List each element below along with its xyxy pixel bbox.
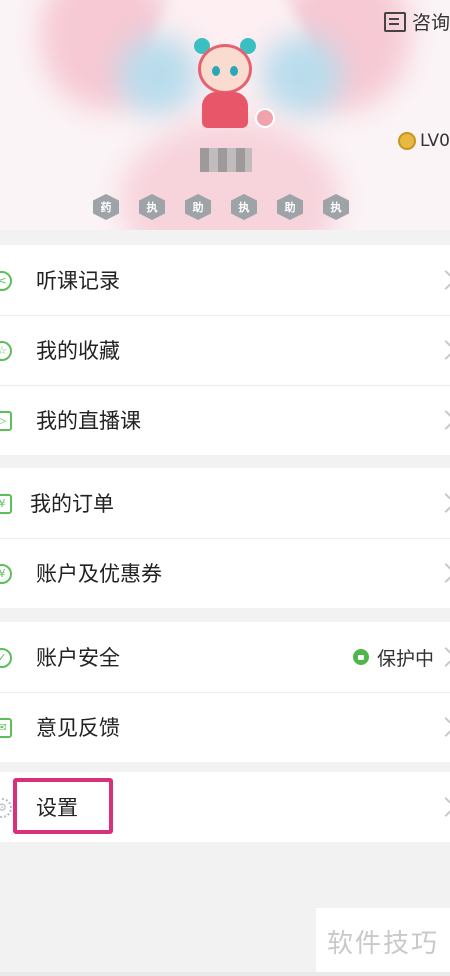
star-icon: ☆ — [0, 341, 12, 361]
chevron-right-icon — [436, 797, 450, 817]
shield-icon: ✓ — [0, 648, 12, 668]
mascot-cheek-left — [118, 35, 198, 115]
level-indicator[interactable]: LV0 — [397, 131, 450, 151]
mascot-cheek-right — [262, 35, 342, 115]
badge-medal[interactable]: 助 — [185, 194, 211, 220]
level-label: LV0 — [419, 131, 450, 151]
avatar[interactable] — [190, 38, 260, 134]
chat-icon — [383, 11, 406, 32]
chevron-right-icon — [436, 493, 450, 513]
menu-item-label: 账户安全 — [36, 646, 120, 670]
chevron-right-icon — [436, 647, 450, 667]
badge-medal[interactable]: 执 — [323, 194, 349, 220]
menu-item-label: 我的收藏 — [36, 339, 120, 363]
lock-icon — [352, 649, 369, 665]
security-status: 保护中 — [352, 644, 434, 671]
security-status-label: 保护中 — [376, 647, 434, 670]
menu-item-favorites[interactable]: ☆ 我的收藏 — [0, 315, 450, 385]
yen-icon: ¥ — [0, 564, 12, 584]
gear-icon: ⚙ — [0, 798, 12, 818]
badge-medal[interactable]: 执 — [231, 194, 257, 220]
menu-item-orders[interactable]: ¥ 我的订单 — [0, 468, 450, 538]
settings-highlight-box — [13, 778, 113, 834]
menu-item-account-security[interactable]: ✓ 账户安全 保护中 — [0, 622, 450, 692]
menu-item-account-coupons[interactable]: ¥ 账户及优惠券 — [0, 538, 450, 608]
chevron-right-icon — [436, 563, 450, 583]
menu-group-learning: < 听课记录 ☆ 我的收藏 ▷ 我的直播课 — [0, 245, 450, 455]
menu-item-live-courses[interactable]: ▷ 我的直播课 — [0, 385, 450, 455]
consult-label: 咨询 — [411, 12, 450, 34]
menu-group-account: ¥ 我的订单 ¥ 账户及优惠券 — [0, 468, 450, 608]
badge-medal[interactable]: 助 — [277, 194, 303, 220]
chevron-right-icon — [436, 717, 450, 737]
badge-list: 药 执 助 执 助 执 — [93, 194, 349, 220]
watermark: 软件技巧 — [316, 908, 450, 974]
menu-item-label: 听课记录 — [36, 269, 120, 293]
menu-item-label: 我的订单 — [30, 492, 114, 516]
badge-medal[interactable]: 执 — [139, 194, 165, 220]
menu-item-label: 意见反馈 — [36, 716, 120, 740]
menu-item-label: 我的直播课 — [36, 409, 141, 433]
menu-item-history[interactable]: < 听课记录 — [0, 245, 450, 315]
menu-item-feedback[interactable]: ✉ 意见反馈 — [0, 692, 450, 762]
username-blurred — [200, 148, 252, 172]
menu-item-label: 账户及优惠券 — [36, 562, 162, 586]
badge-medal[interactable]: 药 — [93, 194, 119, 220]
tab-bar — [0, 972, 450, 976]
order-icon: ¥ — [0, 494, 12, 514]
avatar-badge-icon — [255, 108, 275, 128]
chevron-right-icon — [436, 410, 450, 430]
chevron-right-icon — [436, 340, 450, 360]
history-icon: < — [0, 271, 12, 291]
menu-group-security: ✓ 账户安全 保护中 ✉ 意见反馈 — [0, 622, 450, 762]
tv-icon: ▷ — [0, 411, 12, 431]
profile-header: 咨询 LV0 药 执 助 执 助 执 — [0, 0, 450, 230]
mail-icon: ✉ — [0, 718, 12, 738]
chevron-right-icon — [436, 270, 450, 290]
medal-icon — [397, 132, 416, 150]
consult-button[interactable]: 咨询 — [383, 8, 450, 35]
